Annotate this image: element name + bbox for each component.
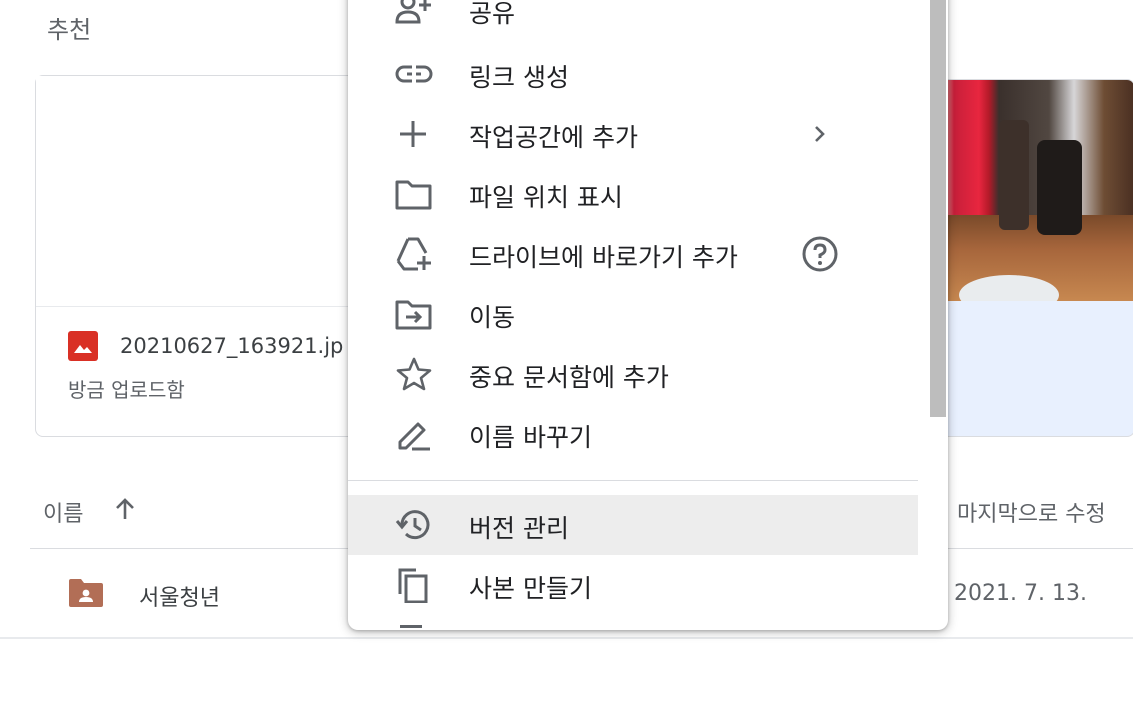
photo-thumbnail <box>939 80 1133 301</box>
table-row-name[interactable]: 서울청년 <box>139 580 220 612</box>
menu-item-label: 사본 만들기 <box>469 574 592 603</box>
menu-item-label: 중요 문서함에 추가 <box>469 363 669 392</box>
menu-item-label: 작업공간에 추가 <box>469 123 638 152</box>
person-add-icon <box>394 0 434 28</box>
menu-item-rename[interactable]: 이름 바꾸기 <box>348 404 918 464</box>
section-title: 추천 <box>47 16 92 44</box>
menu-item-label: 이동 <box>469 303 516 332</box>
shared-folder-icon <box>67 578 105 608</box>
column-header-modified[interactable]: 마지막으로 수정 <box>957 496 1106 528</box>
menu-item-add-to-workspace[interactable]: 작업공간에 추가 <box>348 104 918 164</box>
menu-item-label: 버전 관리 <box>469 514 569 543</box>
menu-item-label: 파일 위치 표시 <box>469 183 623 212</box>
menu-item-add-shortcut[interactable]: 드라이브에 바로가기 추가 <box>348 224 918 284</box>
menu-item-add-starred[interactable]: 중요 문서함에 추가 <box>348 344 918 404</box>
drive-add-icon <box>394 236 434 272</box>
context-menu: 공유 링크 생성 작업공간에 추가 파일 위치 표시 드라이브에 바로가기 추가 <box>348 0 948 630</box>
image-icon <box>68 331 98 361</box>
menu-item-label: 이름 바꾸기 <box>469 423 592 452</box>
plus-icon <box>394 116 434 152</box>
move-folder-icon <box>394 296 434 332</box>
file-thumbnail <box>36 76 356 307</box>
copy-icon <box>394 567 434 604</box>
sort-ascending-icon[interactable] <box>112 496 138 522</box>
folder-icon <box>394 176 434 212</box>
menu-item-manage-versions[interactable]: 버전 관리 <box>348 495 918 555</box>
column-header-name[interactable]: 이름 <box>43 496 83 528</box>
menu-item-get-link[interactable]: 링크 생성 <box>348 44 918 104</box>
suggested-file-status: 방금 업로드함 <box>68 378 185 402</box>
menu-item-move[interactable]: 이동 <box>348 284 918 344</box>
help-icon[interactable] <box>800 236 840 272</box>
menu-item-label: 링크 생성 <box>469 63 569 92</box>
menu-item-make-copy[interactable]: 사본 만들기 <box>348 555 918 615</box>
edit-icon <box>394 416 434 452</box>
link-icon <box>394 56 434 92</box>
suggested-file-name: 20210627_163921.jp <box>120 334 344 358</box>
menu-item-label: 공유 <box>469 0 516 28</box>
menu-item-show-location[interactable]: 파일 위치 표시 <box>348 164 918 224</box>
bottom-divider <box>0 637 1133 639</box>
menu-item-share[interactable]: 공유 <box>348 0 918 40</box>
suggested-photo-card[interactable] <box>938 79 1133 437</box>
history-icon <box>394 507 434 543</box>
menu-scrollbar[interactable] <box>930 0 946 417</box>
next-menu-item-peek <box>400 625 422 630</box>
star-icon <box>394 356 434 392</box>
suggested-file-card[interactable]: 20210627_163921.jp 방금 업로드함 <box>35 75 357 437</box>
chevron-right-icon <box>800 116 840 152</box>
menu-item-label: 드라이브에 바로가기 추가 <box>469 243 738 272</box>
menu-divider <box>348 480 918 481</box>
table-row-modified: 2021. 7. 13. <box>954 581 1087 606</box>
